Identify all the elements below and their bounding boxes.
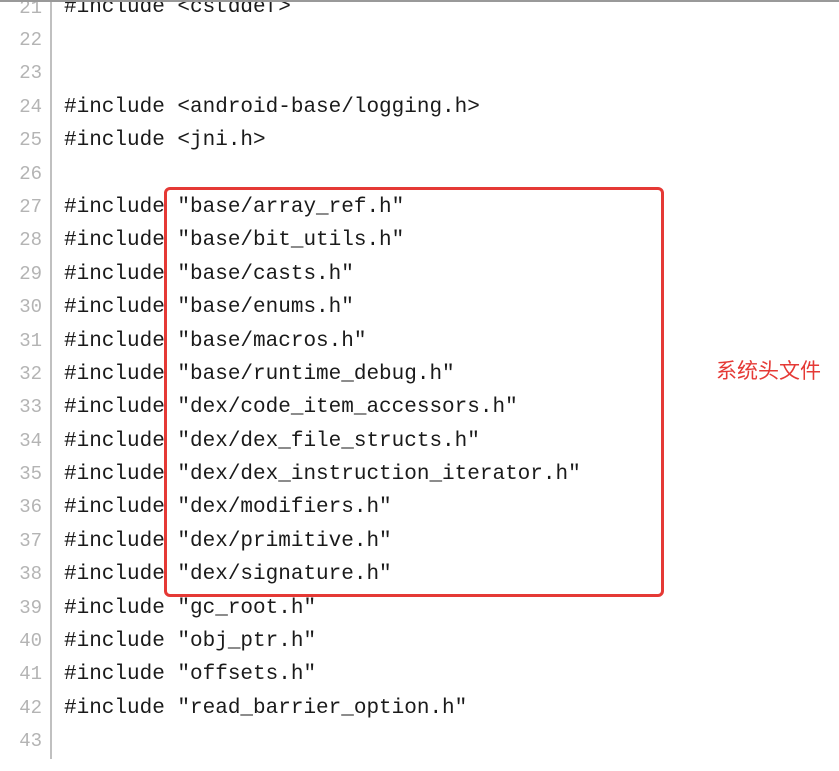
line-number: 26 — [0, 158, 42, 191]
line-number: 36 — [0, 491, 42, 524]
code-line[interactable]: #include "offsets.h" — [64, 658, 839, 691]
code-line[interactable]: #include "obj_ptr.h" — [64, 625, 839, 658]
code-line[interactable] — [64, 57, 839, 90]
code-editor: 21 22 23 24 25 26 27 28 29 30 31 32 33 3… — [0, 2, 839, 759]
code-line[interactable]: #include "base/bit_utils.h" — [64, 224, 839, 257]
line-number: 43 — [0, 725, 42, 758]
code-line[interactable]: #include "dex/code_item_accessors.h" — [64, 391, 839, 424]
line-number: 31 — [0, 325, 42, 358]
code-line[interactable] — [64, 158, 839, 191]
line-number: 21 — [0, 2, 42, 24]
code-line[interactable]: #include "base/array_ref.h" — [64, 191, 839, 224]
line-number: 42 — [0, 692, 42, 725]
line-number: 23 — [0, 57, 42, 90]
code-line[interactable]: #include "dex/dex_instruction_iterator.h… — [64, 458, 839, 491]
line-number: 25 — [0, 124, 42, 157]
code-line[interactable]: #include "gc_root.h" — [64, 592, 839, 625]
line-number-gutter: 21 22 23 24 25 26 27 28 29 30 31 32 33 3… — [0, 2, 52, 759]
line-number: 24 — [0, 91, 42, 124]
code-line[interactable]: #include "dex/primitive.h" — [64, 525, 839, 558]
code-line[interactable]: #include <cstddef> — [64, 2, 839, 24]
line-number: 38 — [0, 558, 42, 591]
line-number: 41 — [0, 658, 42, 691]
line-number: 40 — [0, 625, 42, 658]
code-line[interactable]: #include "base/enums.h" — [64, 291, 839, 324]
code-line[interactable]: #include <android-base/logging.h> — [64, 91, 839, 124]
line-number: 35 — [0, 458, 42, 491]
line-number: 27 — [0, 191, 42, 224]
line-number: 30 — [0, 291, 42, 324]
annotation-label: 系统头文件 — [716, 355, 821, 385]
code-line[interactable]: #include "read_barrier_option.h" — [64, 692, 839, 725]
code-line[interactable]: #include "dex/modifiers.h" — [64, 491, 839, 524]
code-line[interactable] — [64, 24, 839, 57]
code-line[interactable] — [64, 725, 839, 758]
line-number: 39 — [0, 592, 42, 625]
line-number: 28 — [0, 224, 42, 257]
line-number: 34 — [0, 425, 42, 458]
line-number: 22 — [0, 24, 42, 57]
line-number: 37 — [0, 525, 42, 558]
code-line[interactable]: #include "base/casts.h" — [64, 258, 839, 291]
code-line[interactable]: #include "dex/signature.h" — [64, 558, 839, 591]
code-line[interactable]: #include "base/macros.h" — [64, 325, 839, 358]
code-line[interactable]: #include <jni.h> — [64, 124, 839, 157]
code-line[interactable]: #include "dex/dex_file_structs.h" — [64, 425, 839, 458]
line-number: 33 — [0, 391, 42, 424]
line-number: 32 — [0, 358, 42, 391]
line-number: 29 — [0, 258, 42, 291]
